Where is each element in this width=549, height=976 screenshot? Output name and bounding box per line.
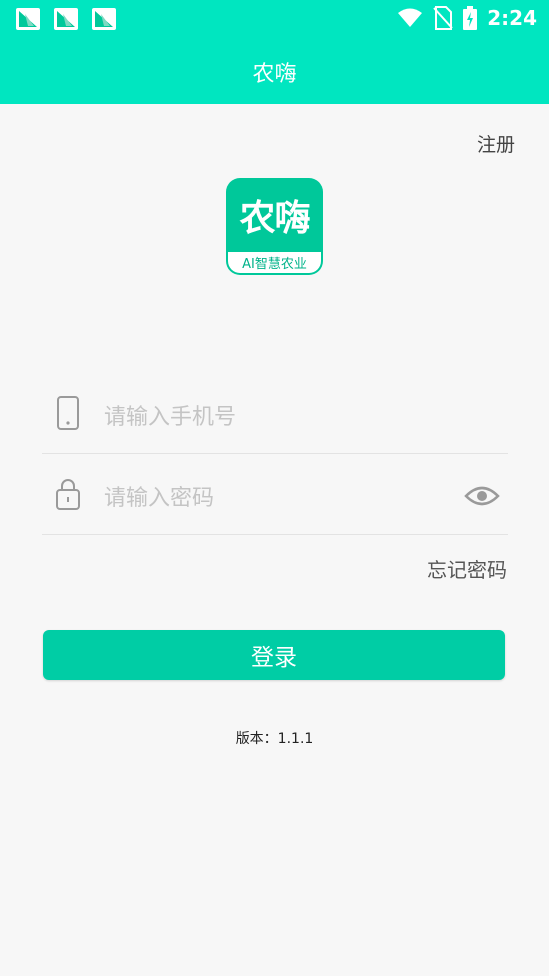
app-bar: 农嗨 (0, 40, 549, 104)
register-link[interactable]: 注册 (477, 130, 515, 157)
status-time: 2:24 (487, 6, 537, 30)
phone-placeholder: 请输入手机号 (104, 405, 237, 430)
wifi-icon (398, 8, 423, 27)
logo-main-text: 农嗨 (239, 198, 310, 239)
login-button-label: 登录 (251, 645, 297, 671)
system-status: 2:24 (397, 6, 537, 30)
forgot-password-link[interactable]: 忘记密码 (427, 554, 507, 583)
status-bar: 2:24 (0, 0, 549, 40)
app-title: 农嗨 (252, 62, 297, 87)
app-notification-icon (92, 8, 116, 30)
app-notification-icon (16, 8, 40, 30)
eye-icon[interactable] (464, 484, 500, 508)
lock-icon (56, 479, 80, 510)
password-placeholder: 请输入密码 (104, 486, 215, 511)
password-field[interactable]: 请输入密码 (42, 454, 508, 535)
logo-tagline: AI智慧农业 (228, 252, 321, 273)
battery-charging-icon (463, 6, 478, 30)
notification-icons (16, 8, 116, 30)
phone-field[interactable]: 请输入手机号 (42, 373, 508, 454)
no-sim-icon (433, 6, 453, 30)
phone-icon (57, 396, 79, 430)
version-text: 版本：1.1.1 (235, 731, 314, 747)
app-logo: 农嗨 AI智慧农业 (226, 178, 323, 275)
app-notification-icon (54, 8, 78, 30)
login-button[interactable]: 登录 (43, 630, 505, 680)
